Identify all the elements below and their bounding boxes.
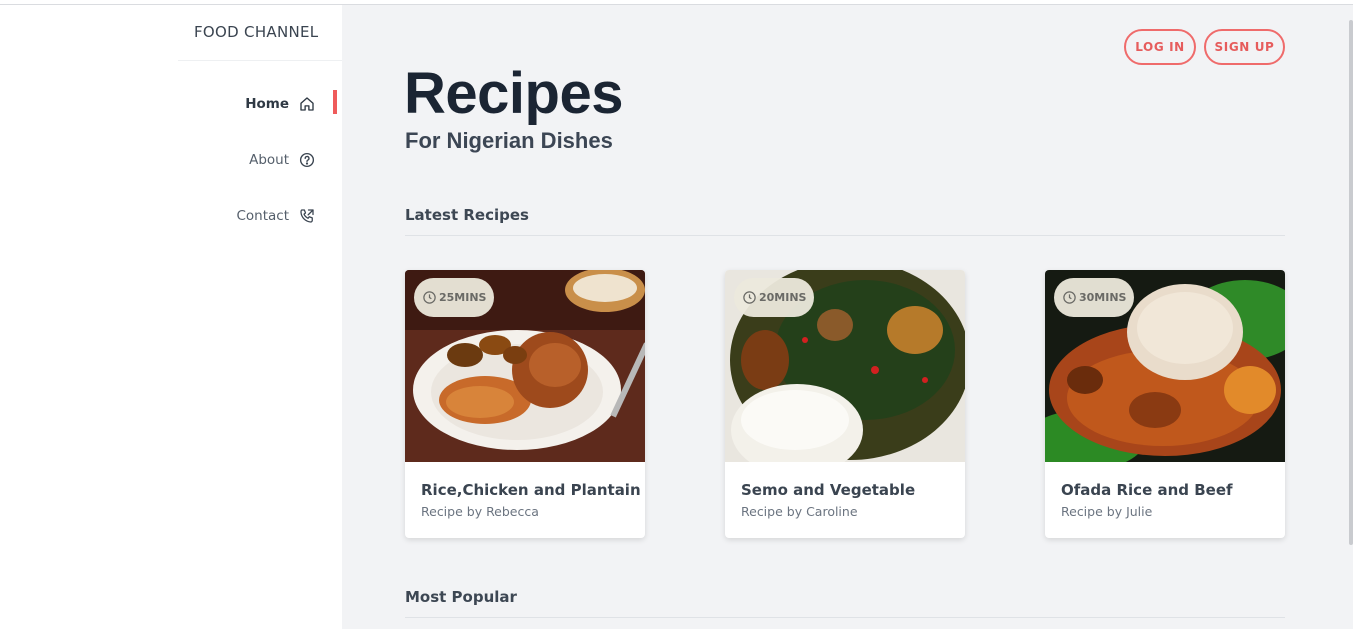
- nav-item-contact[interactable]: Contact: [236, 204, 316, 228]
- latest-recipes-heading: Latest Recipes: [405, 206, 1285, 236]
- question-icon: [299, 152, 315, 168]
- scrollbar[interactable]: [1349, 20, 1353, 545]
- recipe-card[interactable]: 25MINS Rice,Chicken and Plantain Recipe …: [405, 270, 645, 538]
- cook-time: 25MINS: [439, 291, 487, 304]
- recipe-title: Semo and Vegetable: [741, 481, 916, 499]
- clock-icon: [743, 291, 756, 304]
- phone-icon: [300, 209, 314, 223]
- nav-item-home[interactable]: Home: [245, 92, 316, 116]
- recipe-author: Recipe by Julie: [1061, 504, 1153, 519]
- nav-active-indicator: [333, 90, 337, 114]
- cook-time-badge: 25MINS: [414, 278, 495, 317]
- cook-time-badge: 30MINS: [1054, 278, 1135, 317]
- recipe-image: 30MINS: [1045, 270, 1285, 462]
- home-icon: [300, 97, 314, 111]
- nav-item-label: Contact: [236, 208, 289, 224]
- recipe-card[interactable]: 30MINS Ofada Rice and Beef Recipe by Jul…: [1045, 270, 1285, 538]
- login-button[interactable]: LOG IN: [1124, 29, 1196, 65]
- recipe-author: Recipe by Caroline: [741, 504, 858, 519]
- cook-time-badge: 20MINS: [734, 278, 815, 317]
- nav-item-about[interactable]: About: [249, 148, 316, 172]
- signup-button[interactable]: SIGN UP: [1204, 29, 1285, 65]
- cook-time: 30MINS: [1079, 291, 1127, 304]
- most-popular-heading: Most Popular: [405, 588, 1285, 618]
- recipe-title: Ofada Rice and Beef: [1061, 481, 1233, 499]
- cook-time: 20MINS: [759, 291, 807, 304]
- nav-item-label: Home: [245, 96, 289, 112]
- recipe-card[interactable]: 20MINS Semo and Vegetable Recipe by Caro…: [725, 270, 965, 538]
- sidebar: FOOD CHANNEL Home About Contact: [0, 5, 342, 629]
- clock-icon: [1063, 291, 1076, 304]
- recipe-author: Recipe by Rebecca: [421, 504, 539, 519]
- brand-logo[interactable]: FOOD CHANNEL: [178, 19, 342, 61]
- page-title: Recipes: [404, 61, 623, 126]
- clock-icon: [423, 291, 436, 304]
- recipe-title: Rice,Chicken and Plantain: [421, 481, 641, 499]
- page-subtitle: For Nigerian Dishes: [405, 128, 613, 153]
- nav-item-label: About: [249, 152, 289, 168]
- recipe-image: 25MINS: [405, 270, 645, 462]
- recipe-image: 20MINS: [725, 270, 965, 462]
